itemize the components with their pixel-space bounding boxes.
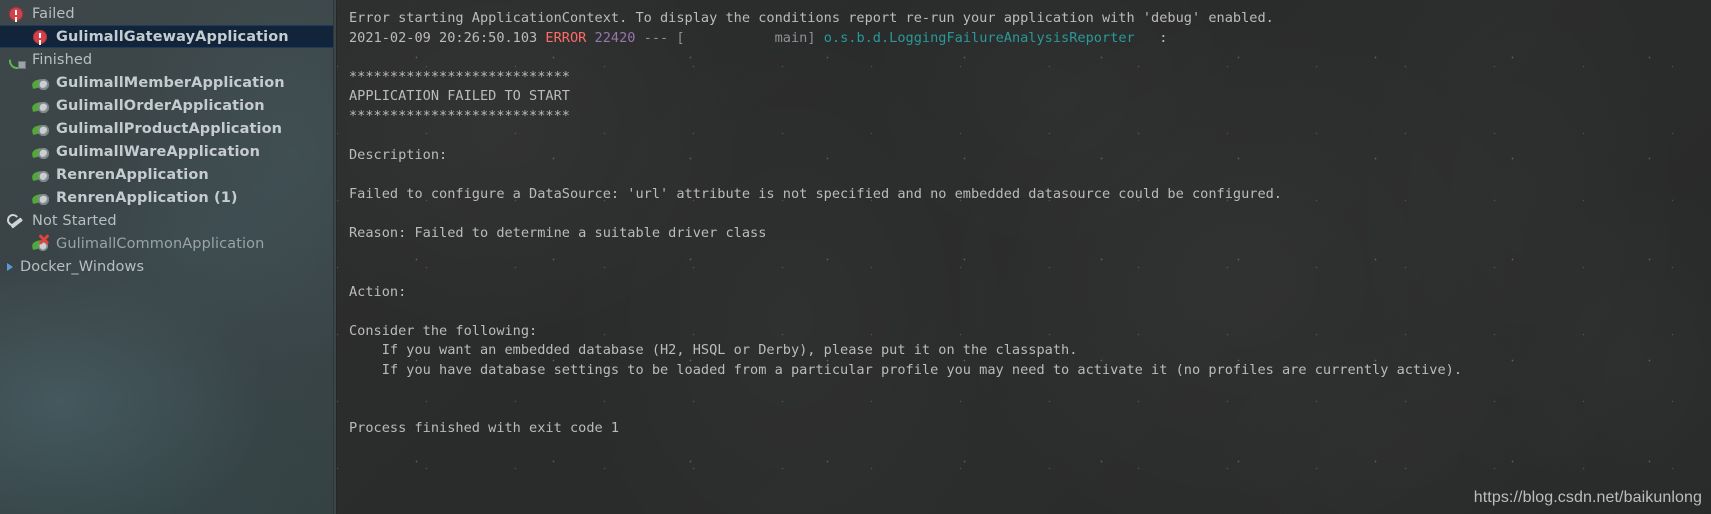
watermark-url: https://blog.csdn.net/baikunlong xyxy=(1473,489,1702,506)
tree-row-label: Docker_Windows xyxy=(20,258,145,275)
run-configurations-tree-panel[interactable]: Failed GulimallGatewayApplication Finished… xyxy=(0,0,333,514)
tree-row-label: GulimallGatewayApplication xyxy=(56,28,289,45)
tree-row-renrenapplication-1[interactable]: RenrenApplication (1) xyxy=(0,186,333,209)
tree-row-docker-windows[interactable]: Docker_Windows xyxy=(0,255,333,278)
leafclock-icon xyxy=(32,190,49,206)
tree-row-label: RenrenApplication (1) xyxy=(56,189,238,206)
console-output-panel[interactable]: Error starting ApplicationContext. To di… xyxy=(337,0,1711,514)
tree-row-label: Finished xyxy=(32,51,93,68)
tree-row-renrenapplication[interactable]: RenrenApplication xyxy=(0,163,333,186)
tree-row-label: GulimallMemberApplication xyxy=(56,74,285,91)
error-circle-icon xyxy=(8,6,25,22)
leafx-icon xyxy=(32,236,49,252)
red-x-overlay-icon xyxy=(38,234,49,245)
leafclock-icon xyxy=(32,121,49,137)
console-log-text: Error starting ApplicationContext. To di… xyxy=(349,10,1463,437)
tree-row-failed[interactable]: Failed xyxy=(0,2,333,25)
tree-row-not-started[interactable]: Not Started xyxy=(0,209,333,232)
tree-row-label: RenrenApplication xyxy=(56,166,209,183)
tree-row-gulimallproductapplication[interactable]: GulimallProductApplication xyxy=(0,117,333,140)
tree-row-gulimallmemberapplication[interactable]: GulimallMemberApplication xyxy=(0,71,333,94)
leafclock-icon xyxy=(32,98,49,114)
error-circle-icon xyxy=(32,29,49,45)
ide-run-dashboard-window: Failed GulimallGatewayApplication Finished… xyxy=(0,0,1711,514)
tree-row-label: GulimallCommonApplication xyxy=(56,235,265,252)
leafclock-icon xyxy=(32,167,49,183)
tree-row-label: Not Started xyxy=(32,212,117,229)
tree-row-gulimallorderapplication[interactable]: GulimallOrderApplication xyxy=(0,94,333,117)
wrench-icon xyxy=(8,213,25,229)
tree-row-label: GulimallProductApplication xyxy=(56,120,283,137)
tree-row-gulimallwareapplication[interactable]: GulimallWareApplication xyxy=(0,140,333,163)
tree-row-label: GulimallOrderApplication xyxy=(56,97,265,114)
rerun-icon xyxy=(8,52,26,69)
tree-row-label: Failed xyxy=(32,5,75,22)
tree-row-label: GulimallWareApplication xyxy=(56,143,261,160)
leafclock-icon xyxy=(32,144,49,160)
leafclock-icon xyxy=(32,75,49,91)
tree-row-gulimallcommonapplication[interactable]: GulimallCommonApplication xyxy=(0,232,333,255)
tree-row-finished[interactable]: Finished xyxy=(0,48,333,71)
run-configurations-tree[interactable]: Failed GulimallGatewayApplication Finished… xyxy=(0,0,333,278)
tree-row-gulimallgatewayapplication[interactable]: GulimallGatewayApplication xyxy=(0,25,333,48)
tri-right-icon xyxy=(4,259,16,275)
